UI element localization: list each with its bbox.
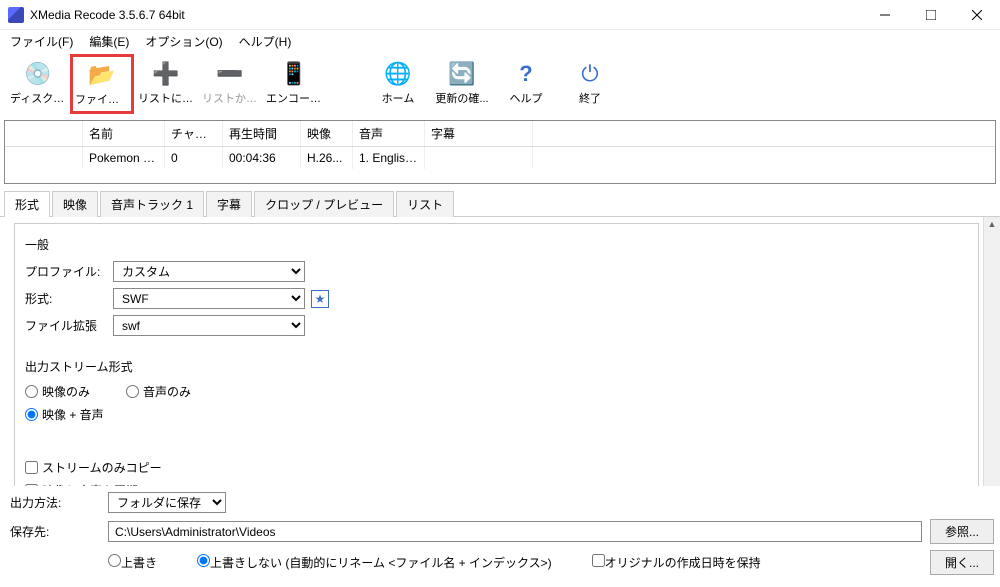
col-chapter[interactable]: チャプ... [165,121,223,146]
checkbox-keep-orig-date[interactable]: オリジナルの作成日時を保持 [592,554,761,571]
extension-select[interactable]: swf [113,315,305,336]
format-label: 形式: [25,290,107,307]
tab-format[interactable]: 形式 [4,191,50,217]
menu-file[interactable]: ファイル(F) [4,31,79,52]
table-row[interactable]: Pokemon J... 0 00:04:36 H.26... 1. Engli… [5,147,995,169]
tab-audio-track[interactable]: 音声トラック 1 [100,191,204,217]
cell-chapter: 0 [165,147,223,169]
exit-button[interactable]: ⏻ 終了 [558,54,622,114]
minus-icon: ➖ [216,60,244,88]
output-method-label: 出力方法: [6,494,100,511]
scroll-up-icon[interactable]: ▲ [988,219,997,229]
tab-crop-preview[interactable]: クロップ / プレビュー [254,191,394,217]
output-method-select[interactable]: フォルダに保存 [108,492,226,513]
cell-subtitle [425,147,533,169]
file-list[interactable]: 名前 チャプ... 再生時間 映像 音声 字幕 Pokemon J... 0 0… [4,120,996,184]
toolbar: 💿 ディスクを開く 📂 ファイルを... ➕ リストに追... ➖ リストから除… [0,52,1000,118]
menubar: ファイル(F) 編集(E) オプション(O) ヘルプ(H) [0,30,1000,52]
cell-duration: 00:04:36 [223,147,301,169]
close-button[interactable] [954,0,1000,30]
checkbox-stream-copy[interactable]: ストリームのみコピー [25,459,968,476]
app-icon [8,7,24,23]
add-to-list-button[interactable]: ➕ リストに追... [134,54,198,114]
disc-icon: 💿 [24,60,52,88]
folder-open-icon: 📂 [88,61,116,89]
device-icon: 📱 [280,60,308,88]
profile-select[interactable]: カスタム [113,261,305,282]
output-footer: 出力方法: フォルダに保存 保存先: 参照... 上書き 上書きしない (自動的… [0,486,1000,587]
encode-button[interactable]: 📱 エンコード(N) [262,54,326,114]
menu-help[interactable]: ヘルプ(H) [233,31,298,52]
check-update-button[interactable]: 🔄 更新の確... [430,54,494,114]
window-titlebar: XMedia Recode 3.5.6.7 64bit [0,0,1000,30]
maximize-button[interactable] [908,0,954,30]
ext-label: ファイル拡張 [25,317,107,334]
cell-audio: 1. English A... [353,147,425,169]
radio-audio-only[interactable]: 音声のみ [126,383,191,400]
col-audio[interactable]: 音声 [353,121,425,146]
open-disc-button[interactable]: 💿 ディスクを開く [6,54,70,114]
dest-label: 保存先: [6,523,100,540]
help-button[interactable]: ? ヘルプ [494,54,558,114]
globe-icon: 🌐 [384,60,412,88]
dest-path-input[interactable] [108,521,922,542]
remove-from-list-button: ➖ リストから除... [198,54,262,114]
open-file-button[interactable]: 📂 ファイルを... [70,54,134,114]
plus-icon: ➕ [152,60,180,88]
settings-tabs: 形式 映像 音声トラック 1 字幕 クロップ / プレビュー リスト [0,190,1000,217]
radio-video-only[interactable]: 映像のみ [25,383,90,400]
cell-name: Pokemon J... [83,147,165,169]
col-blank[interactable] [5,121,83,146]
profile-label: プロファイル: [25,263,107,280]
home-button[interactable]: 🌐 ホーム [366,54,430,114]
col-subtitle[interactable]: 字幕 [425,121,533,146]
favorite-star-icon[interactable]: ★ [311,290,329,308]
radio-no-overwrite[interactable]: 上書きしない (自動的にリネーム <ファイル名 + インデックス>) [197,554,552,571]
format-select[interactable]: SWF [113,288,305,309]
radio-overwrite[interactable]: 上書き [108,554,157,571]
tab-list[interactable]: リスト [396,191,454,217]
menu-options[interactable]: オプション(O) [139,31,228,52]
window-title: XMedia Recode 3.5.6.7 64bit [30,8,862,22]
col-duration[interactable]: 再生時間 [223,121,301,146]
minimize-button[interactable] [862,0,908,30]
stream-section-title: 出力ストリーム形式 [25,358,968,375]
open-button[interactable]: 開く... [930,550,994,575]
power-icon: ⏻ [576,60,604,88]
col-name[interactable]: 名前 [83,121,165,146]
tab-subtitle[interactable]: 字幕 [206,191,252,217]
col-video[interactable]: 映像 [301,121,353,146]
general-section-title: 一般 [25,236,968,253]
cell-video: H.26... [301,147,353,169]
radio-video-audio[interactable]: 映像 + 音声 [25,406,104,423]
menu-edit[interactable]: 編集(E) [83,31,135,52]
file-list-header: 名前 チャプ... 再生時間 映像 音声 字幕 [5,121,995,147]
browse-button[interactable]: 参照... [930,519,994,544]
refresh-icon: 🔄 [448,60,476,88]
tab-video[interactable]: 映像 [52,191,98,217]
help-icon: ? [512,60,540,88]
